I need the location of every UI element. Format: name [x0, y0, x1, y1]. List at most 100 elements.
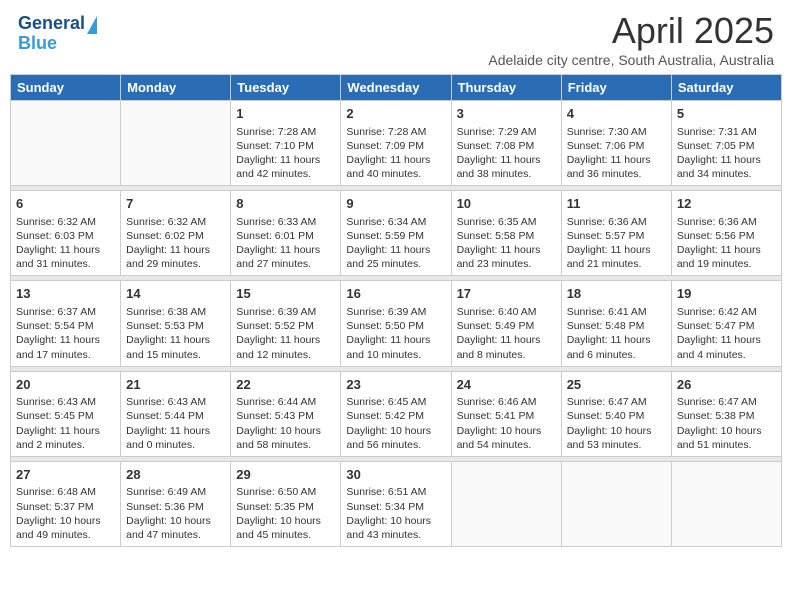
- sunrise-text: Sunrise: 6:32 AM: [16, 216, 96, 228]
- calendar-cell: 27 Sunrise: 6:48 AM Sunset: 5:37 PM Dayligh…: [11, 461, 121, 546]
- sunset-text: Sunset: 5:48 PM: [567, 320, 645, 332]
- sunrise-text: Sunrise: 6:46 AM: [457, 396, 537, 408]
- sunset-text: Sunset: 5:47 PM: [677, 320, 755, 332]
- calendar-cell: 17Sunrise: 6:40 AMSunset: 5:49 PMDayligh…: [451, 281, 561, 366]
- daylight-text: Daylight: 11 hours and 40 minutes.: [346, 154, 430, 180]
- daylight-text: Daylight: 11 hours and 23 minutes.: [457, 244, 541, 270]
- sunset-text: Sunset: 5:53 PM: [126, 320, 204, 332]
- logo-text-general: General: [18, 14, 85, 34]
- sunrise-text: Sunrise: 7:28 AM: [346, 126, 426, 138]
- sunrise-text: Sunrise: 7:30 AM: [567, 126, 647, 138]
- day-number: 14: [126, 285, 225, 303]
- calendar-cell: 8Sunrise: 6:33 AMSunset: 6:01 PMDaylight…: [231, 191, 341, 276]
- day-number: 4: [567, 105, 666, 123]
- sunrise-text: Sunrise: 6:32 AM: [126, 216, 206, 228]
- sunrise-text: Sunrise: 6:49 AM: [126, 486, 206, 498]
- column-header-sunday: Sunday: [11, 75, 121, 101]
- daylight-text: Daylight: 10 hours and 54 minutes.: [457, 425, 542, 451]
- sunrise-text: Sunrise: 6:37 AM: [16, 306, 96, 318]
- sunrise-text: Sunrise: 6:51 AM: [346, 486, 426, 498]
- daylight-text: Daylight: 11 hours and 42 minutes.: [236, 154, 320, 180]
- sunrise-text: Sunrise: 6:48 AM: [16, 486, 96, 498]
- calendar-cell: 21Sunrise: 6:43 AMSunset: 5:44 PMDayligh…: [121, 371, 231, 456]
- daylight-text: Daylight: 11 hours and 12 minutes.: [236, 334, 320, 360]
- sunset-text: Sunset: 6:03 PM: [16, 230, 94, 242]
- column-header-saturday: Saturday: [671, 75, 781, 101]
- sunset-text: Sunset: 5:38 PM: [677, 410, 755, 422]
- day-number: 5: [677, 105, 776, 123]
- sunset-text: Sunset: 5:37 PM: [16, 501, 94, 513]
- calendar-cell: 23Sunrise: 6:45 AMSunset: 5:42 PMDayligh…: [341, 371, 451, 456]
- calendar-cell: 3 Sunrise: 7:29 AM Sunset: 7:08 PM Daylight…: [451, 101, 561, 186]
- calendar-cell: [561, 461, 671, 546]
- sunset-text: Sunset: 5:59 PM: [346, 230, 424, 242]
- day-number: 30: [346, 466, 445, 484]
- day-number: 17: [457, 285, 556, 303]
- sunrise-text: Sunrise: 6:39 AM: [236, 306, 316, 318]
- calendar-cell: 20Sunrise: 6:43 AMSunset: 5:45 PMDayligh…: [11, 371, 121, 456]
- day-number: 2: [346, 105, 445, 123]
- sunset-text: Sunset: 6:02 PM: [126, 230, 204, 242]
- calendar-cell: 5Sunrise: 7:31 AMSunset: 7:05 PMDaylight…: [671, 101, 781, 186]
- calendar-cell: 28Sunrise: 6:49 AMSunset: 5:36 PMDayligh…: [121, 461, 231, 546]
- column-header-wednesday: Wednesday: [341, 75, 451, 101]
- sunrise-text: Sunrise: 6:41 AM: [567, 306, 647, 318]
- calendar-cell: 1 Sunrise: 7:28 AM Sunset: 7:10 PM Daylight…: [231, 101, 341, 186]
- daylight-text: Daylight: 10 hours and 49 minutes.: [16, 515, 101, 541]
- daylight-text: Daylight: 10 hours and 51 minutes.: [677, 425, 762, 451]
- sunrise-text: Sunrise: 6:43 AM: [16, 396, 96, 408]
- sunset-text: Sunset: 5:44 PM: [126, 410, 204, 422]
- daylight-text: Daylight: 11 hours and 0 minutes.: [126, 425, 210, 451]
- sunrise-text: Sunrise: 7:29 AM: [457, 126, 537, 138]
- sunrise-text: Sunrise: 6:44 AM: [236, 396, 316, 408]
- calendar-cell: [11, 101, 121, 186]
- title-block: April 2025 Adelaide city centre, South A…: [488, 10, 774, 68]
- day-number: 16: [346, 285, 445, 303]
- sunrise-text: Sunrise: 6:47 AM: [677, 396, 757, 408]
- calendar-week-row: 20 Sunrise: 6:43 AM Sunset: 5:45 PM Dayligh…: [11, 371, 782, 456]
- calendar-cell: 10Sunrise: 6:35 AMSunset: 5:58 PMDayligh…: [451, 191, 561, 276]
- day-number: 27: [16, 466, 115, 484]
- sunrise-text: Sunrise: 6:36 AM: [677, 216, 757, 228]
- daylight-text: Daylight: 10 hours and 43 minutes.: [346, 515, 431, 541]
- sunset-text: Sunset: 7:10 PM: [236, 140, 314, 152]
- calendar-cell: [671, 461, 781, 546]
- calendar-week-row: 1 Sunrise: 7:28 AM Sunset: 7:10 PM Daylight…: [11, 101, 782, 186]
- sunset-text: Sunset: 5:57 PM: [567, 230, 645, 242]
- day-number: 25: [567, 376, 666, 394]
- daylight-text: Daylight: 11 hours and 27 minutes.: [236, 244, 320, 270]
- day-number: 7: [126, 195, 225, 213]
- sunrise-text: Sunrise: 6:45 AM: [346, 396, 426, 408]
- calendar-cell: 26Sunrise: 6:47 AMSunset: 5:38 PMDayligh…: [671, 371, 781, 456]
- sunrise-text: Sunrise: 7:31 AM: [677, 126, 757, 138]
- calendar-cell: 13Sunrise: 6:37 AMSunset: 5:54 PMDayligh…: [11, 281, 121, 366]
- sunset-text: Sunset: 7:09 PM: [346, 140, 424, 152]
- column-header-tuesday: Tuesday: [231, 75, 341, 101]
- day-number: 9: [346, 195, 445, 213]
- calendar-cell: [121, 101, 231, 186]
- sunset-text: Sunset: 5:40 PM: [567, 410, 645, 422]
- day-number: 29: [236, 466, 335, 484]
- calendar-cell: 2 Sunrise: 7:28 AM Sunset: 7:09 PM Daylight…: [341, 101, 451, 186]
- daylight-text: Daylight: 11 hours and 6 minutes.: [567, 334, 651, 360]
- calendar-cell: 7Sunrise: 6:32 AMSunset: 6:02 PMDaylight…: [121, 191, 231, 276]
- calendar-table: SundayMondayTuesdayWednesdayThursdayFrid…: [10, 74, 782, 547]
- day-number: 3: [457, 105, 556, 123]
- day-number: 1: [236, 105, 335, 123]
- daylight-text: Daylight: 11 hours and 38 minutes.: [457, 154, 541, 180]
- calendar-cell: 25Sunrise: 6:47 AMSunset: 5:40 PMDayligh…: [561, 371, 671, 456]
- column-header-thursday: Thursday: [451, 75, 561, 101]
- daylight-text: Daylight: 10 hours and 45 minutes.: [236, 515, 321, 541]
- calendar-header-row: SundayMondayTuesdayWednesdayThursdayFrid…: [11, 75, 782, 101]
- sunset-text: Sunset: 5:45 PM: [16, 410, 94, 422]
- sunrise-text: Sunrise: 6:38 AM: [126, 306, 206, 318]
- daylight-text: Daylight: 11 hours and 17 minutes.: [16, 334, 100, 360]
- sunrise-text: Sunrise: 7:28 AM: [236, 126, 316, 138]
- sunset-text: Sunset: 7:08 PM: [457, 140, 535, 152]
- sunrise-text: Sunrise: 6:33 AM: [236, 216, 316, 228]
- sunrise-text: Sunrise: 6:36 AM: [567, 216, 647, 228]
- day-number: 11: [567, 195, 666, 213]
- day-number: 20: [16, 376, 115, 394]
- sunset-text: Sunset: 5:52 PM: [236, 320, 314, 332]
- daylight-text: Daylight: 11 hours and 15 minutes.: [126, 334, 210, 360]
